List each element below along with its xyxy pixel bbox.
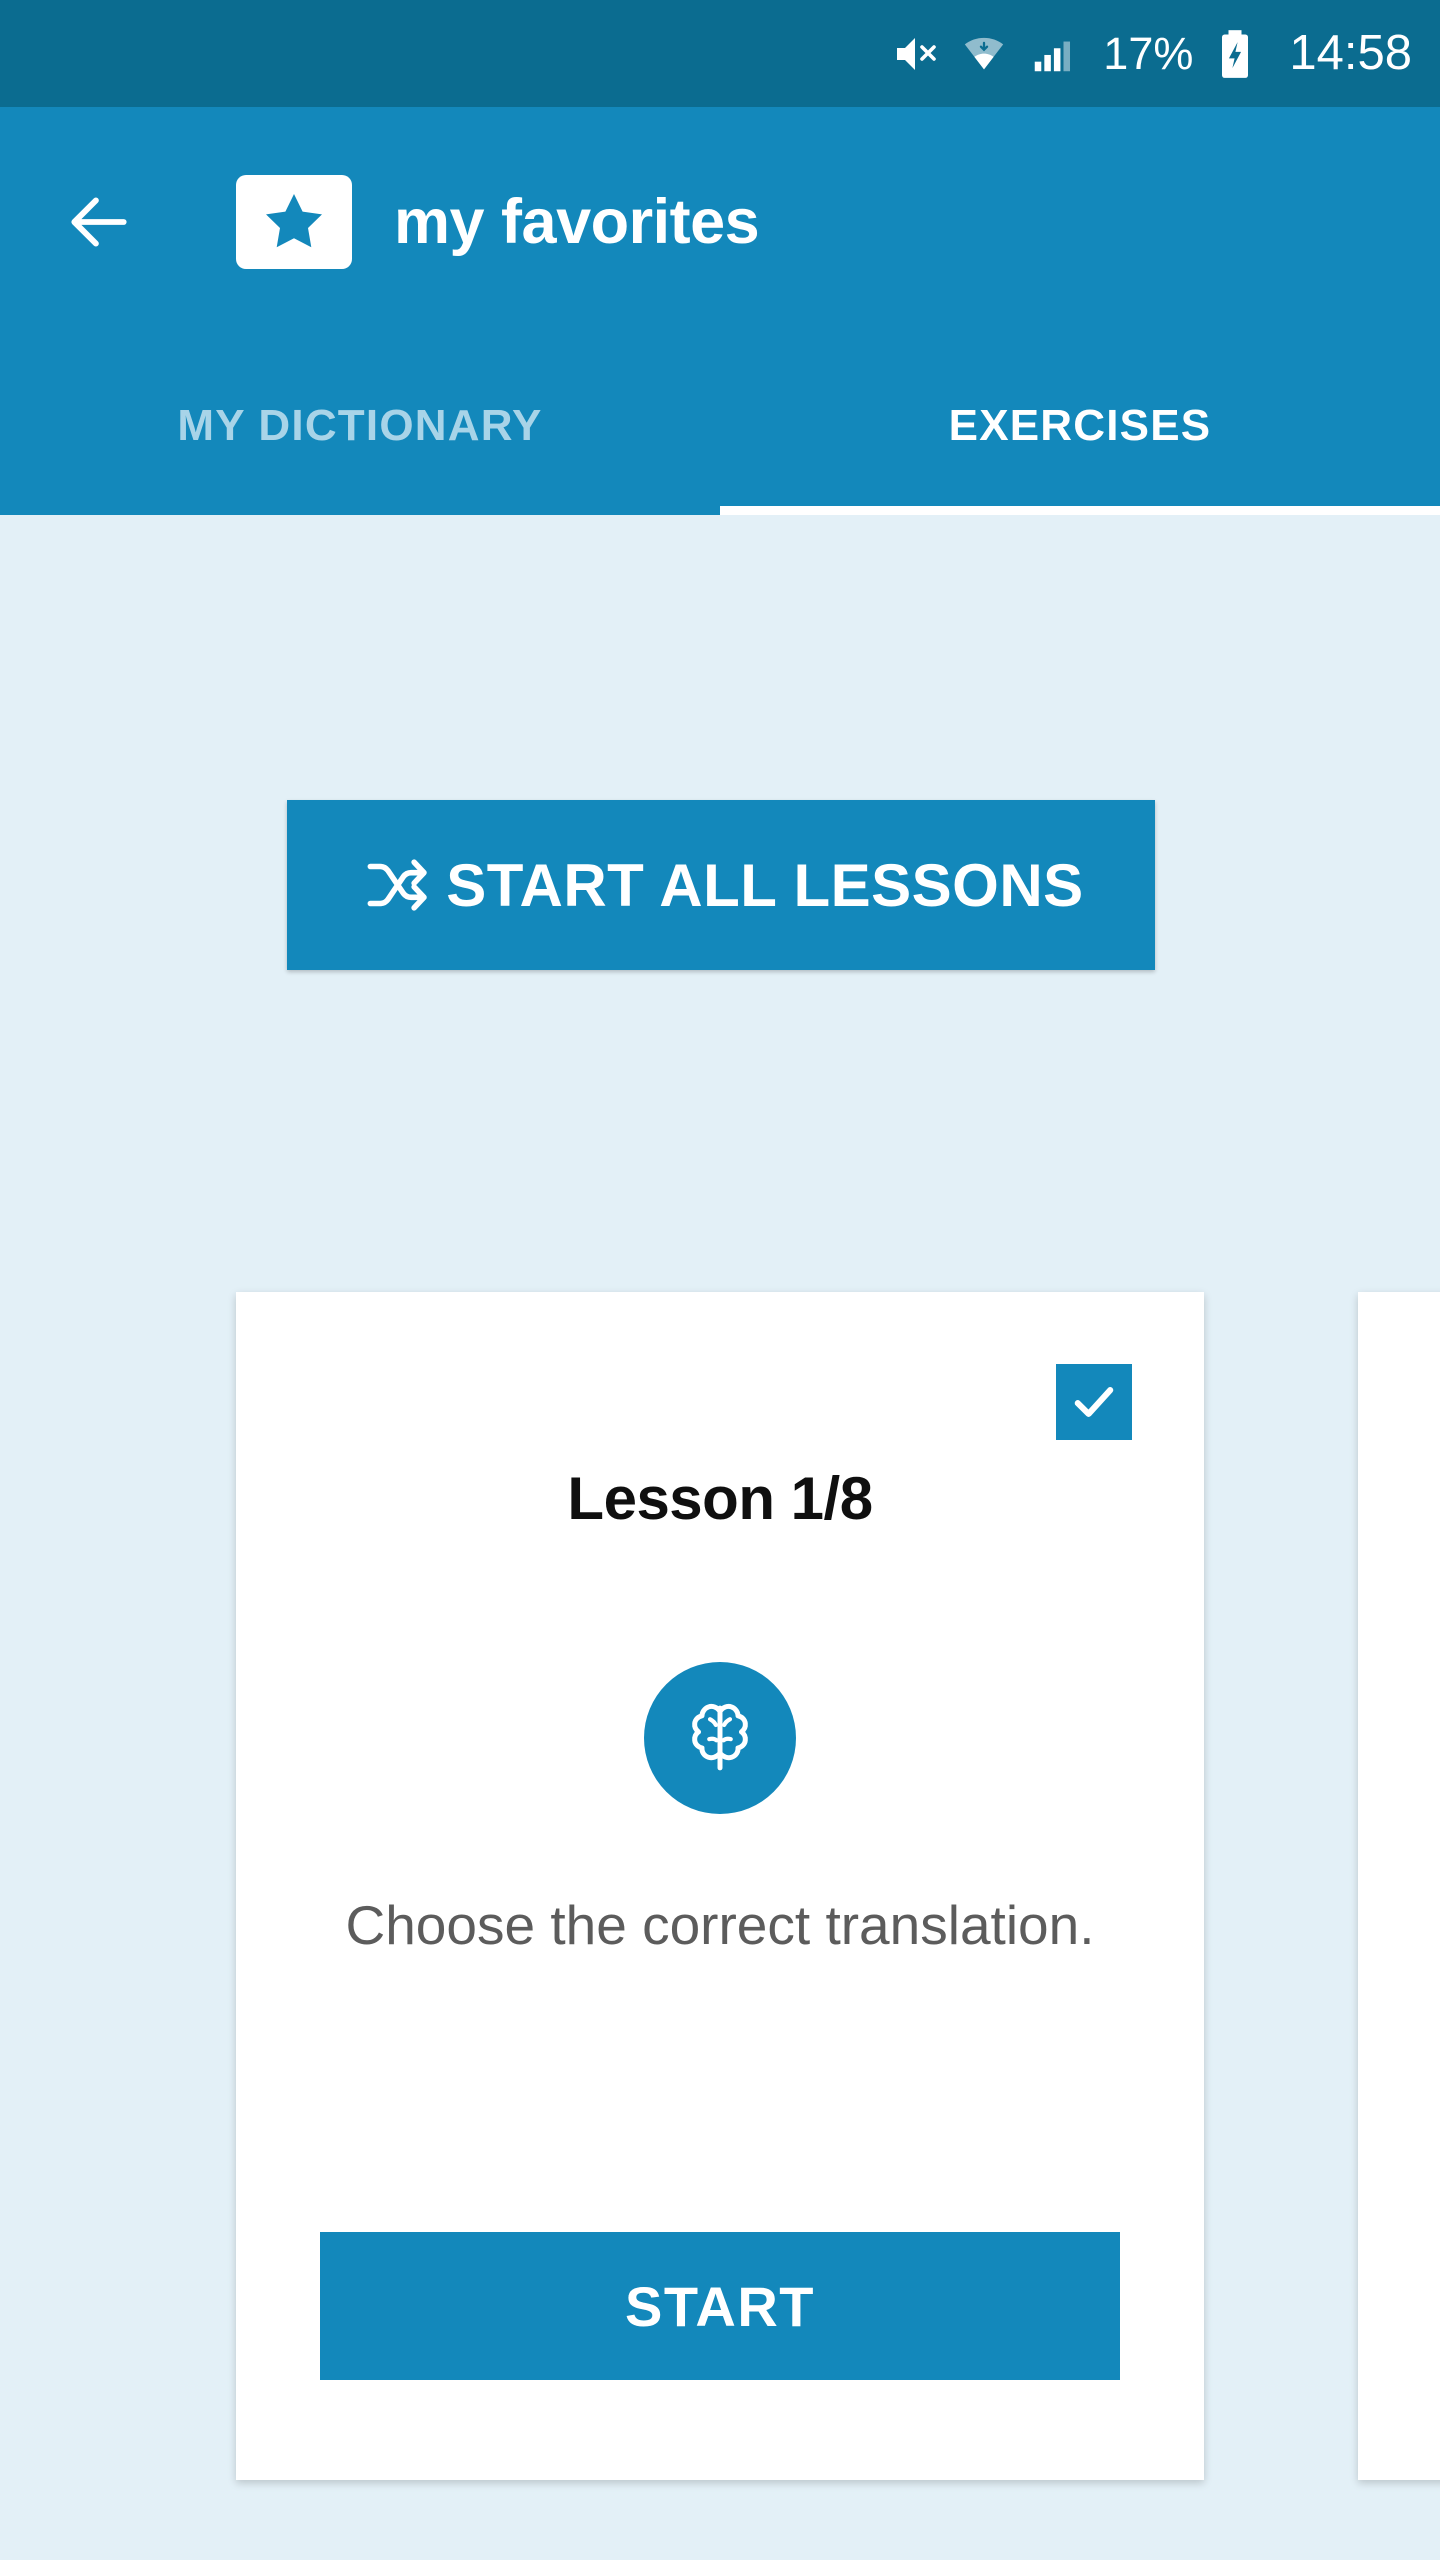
lesson-title: Lesson 1/8 — [567, 1465, 873, 1532]
tab-bar: MY DICTIONARY EXERCISES — [0, 337, 1440, 515]
lesson-cards-row: Lesson 1/8 Choose the correct translatio… — [0, 1275, 1440, 2480]
tab-my-dictionary-label: MY DICTIONARY — [177, 401, 543, 450]
lesson-description: Choose the correct translation. — [345, 1894, 1095, 1956]
app-bar: my favorites MY DICTIONARY EXERCISES — [0, 107, 1440, 515]
start-all-lessons-button[interactable]: START ALL LESSONS — [287, 800, 1155, 970]
status-bar-icons: 17% 14:58 — [891, 28, 1412, 80]
battery-percent-label: 17% — [1103, 28, 1194, 79]
wifi-icon — [961, 31, 1007, 77]
lesson-card-next[interactable] — [1358, 1292, 1440, 2480]
clock-label: 14:58 — [1289, 26, 1412, 80]
shuffle-icon — [358, 848, 432, 922]
tab-my-dictionary[interactable]: MY DICTIONARY — [0, 337, 720, 515]
lesson-card[interactable]: Lesson 1/8 Choose the correct translatio… — [236, 1292, 1204, 2480]
mute-icon — [891, 30, 939, 78]
tab-exercises-label: EXERCISES — [948, 401, 1212, 450]
back-arrow-icon[interactable] — [62, 185, 136, 259]
cellular-signal-icon — [1029, 31, 1075, 77]
lesson-start-label: START — [625, 2274, 815, 2338]
tab-exercises[interactable]: EXERCISES — [720, 337, 1440, 515]
page-title: my favorites — [394, 187, 760, 257]
battery-charging-icon — [1215, 28, 1255, 80]
app-bar-top-row: my favorites — [0, 107, 1440, 337]
tab-active-indicator — [720, 506, 1440, 515]
favorites-folder-star-icon — [236, 175, 352, 269]
lesson-completed-checkbox[interactable] — [1056, 1364, 1132, 1440]
checkmark-icon — [1074, 1387, 1114, 1417]
status-bar: 17% 14:58 — [0, 0, 1440, 107]
lesson-start-button[interactable]: START — [320, 2232, 1120, 2380]
exercises-content: START ALL LESSONS Lesson 1/8 Choose the … — [0, 515, 1440, 2560]
start-all-lessons-label: START ALL LESSONS — [446, 851, 1084, 919]
brain-icon — [644, 1662, 796, 1814]
